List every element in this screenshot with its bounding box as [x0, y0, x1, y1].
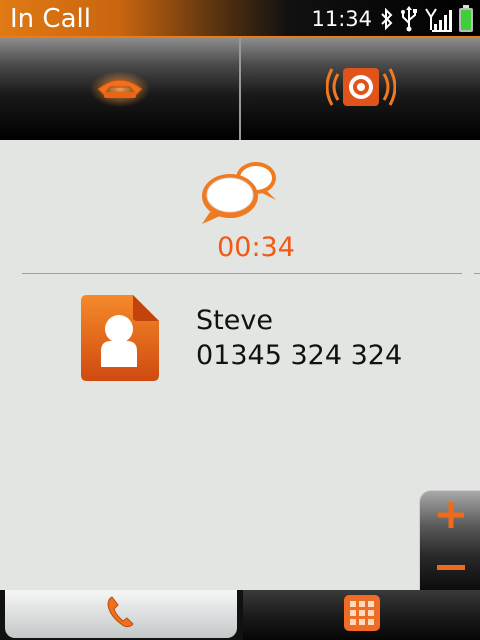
volume-control	[419, 490, 480, 590]
speaker-button[interactable]	[241, 38, 480, 140]
divider	[474, 273, 480, 274]
contact-number: 01345 324 324	[196, 340, 403, 371]
tab-keypad[interactable]	[243, 590, 480, 640]
volume-down-button[interactable]	[420, 543, 480, 591]
bottom-tab-bar	[0, 590, 480, 640]
bluetooth-icon	[380, 7, 394, 31]
status-clock: 11:34	[311, 7, 372, 31]
battery-icon	[458, 5, 474, 33]
contact-name: Steve	[196, 305, 273, 336]
contact-card-icon	[81, 295, 159, 385]
chat-bubbles-icon	[200, 158, 282, 230]
minus-icon	[436, 558, 466, 577]
phone-handset-icon	[106, 595, 136, 633]
hangup-icon	[89, 67, 150, 111]
end-call-button[interactable]	[0, 38, 241, 140]
keypad-icon	[343, 595, 380, 635]
divider	[22, 273, 462, 274]
page-title: In Call	[10, 4, 91, 34]
plus-icon	[435, 499, 467, 535]
status-bar: 11:34	[311, 0, 474, 38]
signal-icon	[424, 6, 452, 32]
tab-call[interactable]	[5, 590, 237, 638]
title-bar: In Call 11:34	[0, 0, 480, 38]
call-action-bar	[0, 38, 480, 140]
usb-icon	[400, 6, 418, 32]
call-timer: 00:34	[217, 232, 295, 263]
volume-up-button[interactable]	[420, 493, 480, 541]
speaker-icon	[325, 62, 396, 116]
